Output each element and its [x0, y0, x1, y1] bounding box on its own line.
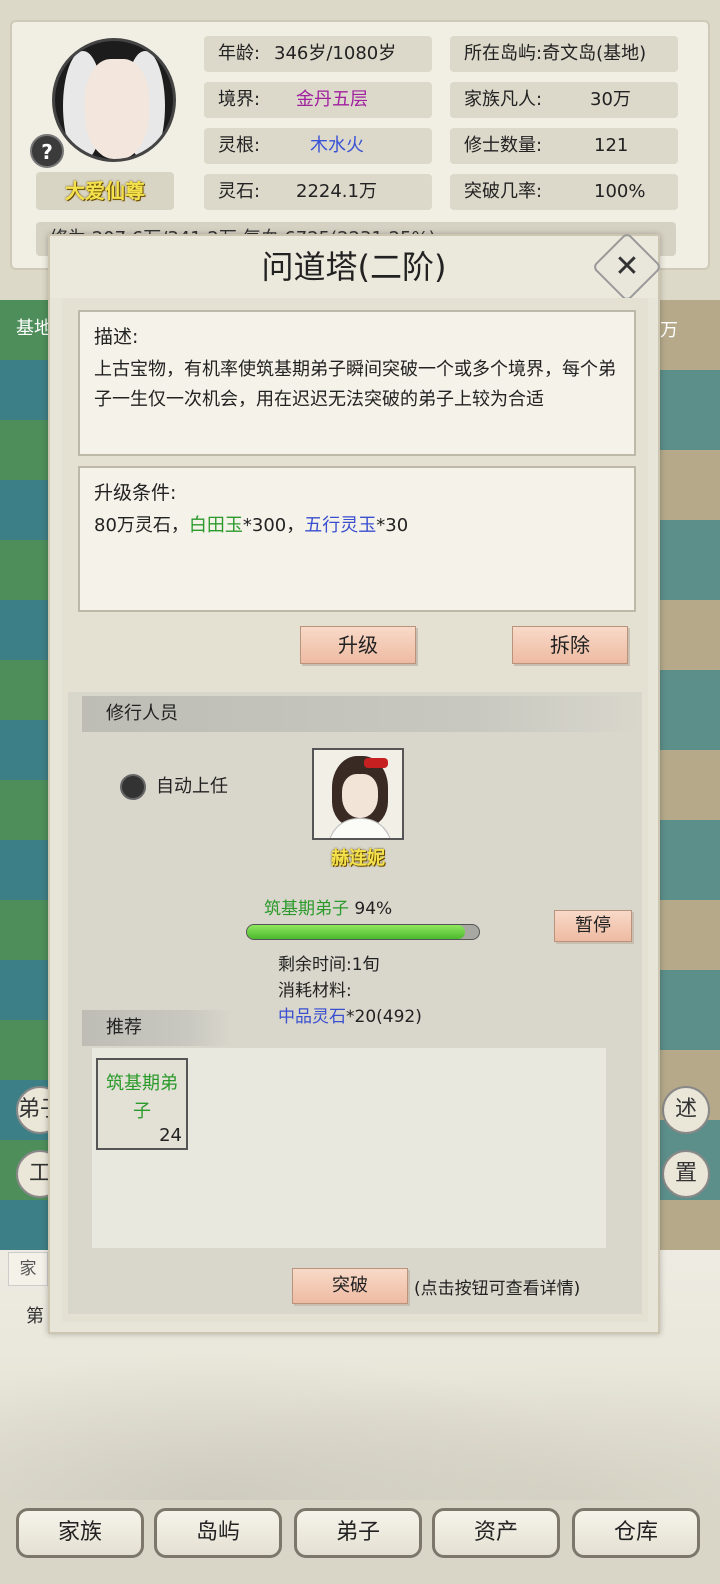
progress-percent: 94% [354, 899, 393, 919]
upgrade-button[interactable]: 升级 [300, 626, 416, 664]
building-dialog: 问道塔(二阶) ✕ 描述: 上古宝物，有机率使筑基期弟子瞬间突破一个或多个境界，… [48, 231, 663, 1334]
stone-label: 灵石: [218, 181, 261, 202]
stat-age: 年龄: 346岁/1080岁 [204, 36, 432, 72]
progress-bar [246, 924, 480, 940]
map-label-base: 基地 [16, 318, 52, 339]
breakthrough-rate-value: 100% [594, 181, 646, 202]
age-value: 346岁/1080岁 [274, 43, 397, 64]
progress-label: 筑基期弟子 94% [264, 894, 392, 919]
mountain-decoration [0, 1330, 720, 1500]
upgrade-header: 升级条件: [94, 482, 177, 504]
mortals-value: 30万 [590, 89, 631, 110]
pause-button[interactable]: 暂停 [554, 910, 632, 942]
log-tab[interactable]: 家 [8, 1252, 48, 1286]
mortals-label: 家族凡人: [464, 89, 543, 110]
description-box: 描述: 上古宝物，有机率使筑基期弟子瞬间突破一个或多个境界，每个弟子一生仅一次机… [78, 310, 636, 456]
breakthrough-button[interactable]: 突破 [292, 1268, 408, 1304]
root-value: 木水火 [310, 135, 364, 156]
nav-family[interactable]: 家族 [16, 1508, 144, 1558]
stat-realm: 境界: 金丹五层 [204, 82, 432, 118]
close-icon: ✕ [614, 249, 640, 284]
upgrade-condition-box: 升级条件: 80万灵石，白田玉*300，五行灵玉*30 [78, 466, 636, 612]
nav-island[interactable]: 岛屿 [154, 1508, 282, 1558]
nav-assets[interactable]: 资产 [432, 1508, 560, 1558]
stone-value: 2224.1万 [296, 181, 377, 202]
auto-assign-label: 自动上任 [156, 776, 228, 797]
help-icon[interactable]: ? [30, 134, 64, 168]
player-avatar[interactable] [52, 38, 176, 162]
settings-side-icon[interactable]: 置 [662, 1150, 710, 1198]
progress-stage: 筑基期弟子 [264, 899, 349, 919]
realm-label: 境界: [218, 89, 261, 110]
stat-root: 灵根: 木水火 [204, 128, 432, 164]
story-side-icon[interactable]: 述 [662, 1086, 710, 1134]
upgrade-item-white-jade-qty: *300， [242, 515, 305, 536]
remaining-time: 剩余时间:1旬 [278, 955, 380, 975]
disciple-name: 赫连妮 [331, 848, 385, 869]
upgrade-cost: 80万灵石，白田玉*300，五行灵玉*30 [80, 505, 634, 541]
cultivators-label: 修士数量: [464, 135, 543, 156]
stat-spirit-stone: 灵石: 2224.1万 [204, 174, 432, 210]
material-name: 中品灵石 [278, 1007, 346, 1027]
stat-cultivators: 修士数量: 121 [450, 128, 678, 164]
material-label: 消耗材料: [278, 981, 352, 1001]
stat-island: 所在岛屿:奇文岛(基地) [450, 36, 678, 72]
description-header: 描述: [94, 326, 139, 348]
nav-warehouse[interactable]: 仓库 [572, 1508, 700, 1558]
dialog-title: 问道塔(二阶) [50, 236, 658, 298]
progress-bar-fill [247, 925, 466, 939]
upgrade-item-white-jade: 白田玉 [188, 515, 243, 536]
description-text: 上古宝物，有机率使筑基期弟子瞬间突破一个或多个境界，每个弟子一生仅一次机会，用在… [94, 359, 616, 410]
log-text: 第 [26, 1306, 44, 1327]
material-line: 中品灵石*20(492) [278, 1002, 422, 1027]
root-label: 灵根: [218, 135, 261, 156]
nav-disciples[interactable]: 弟子 [294, 1508, 422, 1558]
island-value: 所在岛屿:奇文岛(基地) [464, 43, 647, 64]
player-name: 大爱仙尊 [36, 172, 174, 210]
stat-mortals: 家族凡人: 30万 [450, 82, 678, 118]
age-label: 年龄: [218, 43, 261, 64]
staff-section: 修行人员 自动上任 赫连妮 筑基期弟子 94% 暂停 剩余时间:1旬 消耗材料:… [68, 692, 642, 1314]
map-label-right: 万 [660, 320, 678, 341]
recommend-card[interactable]: 筑基期弟子 24 [96, 1058, 188, 1150]
demolish-button[interactable]: 拆除 [512, 626, 628, 664]
recommend-card-count: 24 [159, 1125, 182, 1146]
realm-value: 金丹五层 [296, 89, 368, 110]
staff-header: 修行人员 [82, 696, 640, 732]
recommend-card-name: 筑基期弟子 [106, 1073, 178, 1122]
material-qty: *20(492) [346, 1007, 422, 1027]
auto-assign-radio[interactable] [120, 774, 146, 800]
dialog-body: 描述: 上古宝物，有机率使筑基期弟子瞬间突破一个或多个境界，每个弟子一生仅一次机… [62, 298, 648, 1322]
recommend-header: 推荐 [82, 1010, 232, 1046]
upgrade-item-five-element-jade: 五行灵玉 [304, 515, 377, 536]
upgrade-item-five-element-jade-qty: *30 [376, 515, 409, 536]
upgrade-cost-prefix: 80万灵石， [94, 515, 189, 536]
breakthrough-hint: (点击按钮可查看详情) [414, 1279, 581, 1299]
breakthrough-rate-label: 突破几率: [464, 181, 543, 202]
stat-breakthrough-rate: 突破几率: 100% [450, 174, 678, 210]
disciple-portrait[interactable] [312, 748, 404, 840]
bottom-navigation: 家族 岛屿 弟子 资产 仓库 [0, 1500, 720, 1584]
cultivators-value: 121 [594, 135, 629, 156]
